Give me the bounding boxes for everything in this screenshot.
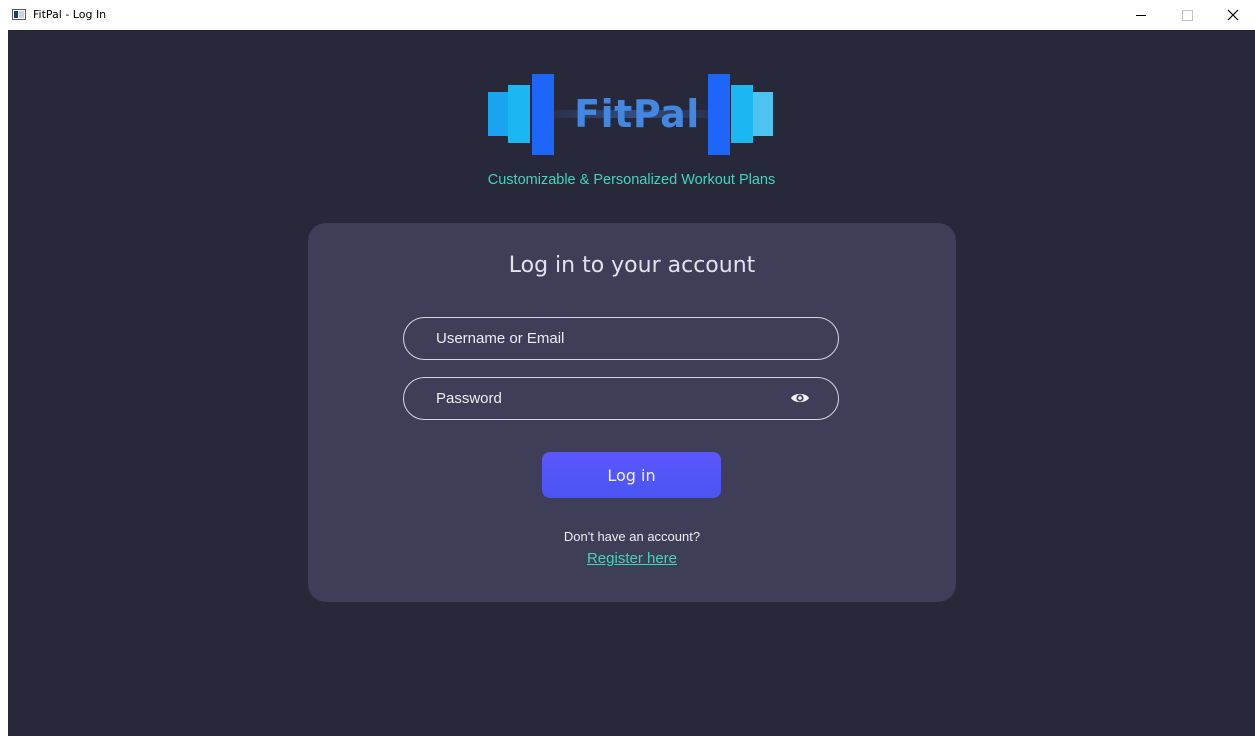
logo-bar-right-mid (731, 85, 753, 143)
minimize-button[interactable] (1118, 0, 1164, 30)
register-link[interactable]: Register here (308, 550, 956, 567)
logo-bar-left-mid (508, 85, 530, 143)
logo-text: FitPal (574, 92, 700, 136)
eye-icon[interactable] (790, 390, 810, 406)
login-button[interactable]: Log in (542, 452, 721, 498)
maximize-icon (1181, 9, 1193, 21)
close-button[interactable] (1210, 0, 1255, 30)
maximize-button[interactable] (1164, 0, 1210, 30)
logo-bar-left-outer (488, 92, 508, 136)
login-card: Log in to your account Log in Don't have… (308, 223, 956, 602)
username-input[interactable] (403, 317, 839, 360)
window-title: FitPal - Log In (33, 8, 107, 21)
minimize-icon (1136, 14, 1146, 16)
login-heading: Log in to your account (508, 253, 756, 278)
close-icon (1227, 9, 1239, 21)
app-window: FitPal Customizable & Personalized Worko… (8, 30, 1255, 736)
logo-bar-right-outer (753, 92, 773, 136)
tagline: Customizable & Personalized Workout Plan… (487, 172, 776, 188)
logo-bar-right-inner (708, 74, 730, 155)
fitpal-logo: FitPal (488, 72, 778, 156)
no-account-text: Don't have an account? (563, 529, 701, 544)
password-input[interactable] (403, 377, 839, 420)
window-titlebar: FitPal - Log In (0, 0, 1255, 30)
window-app-icon (12, 9, 26, 20)
